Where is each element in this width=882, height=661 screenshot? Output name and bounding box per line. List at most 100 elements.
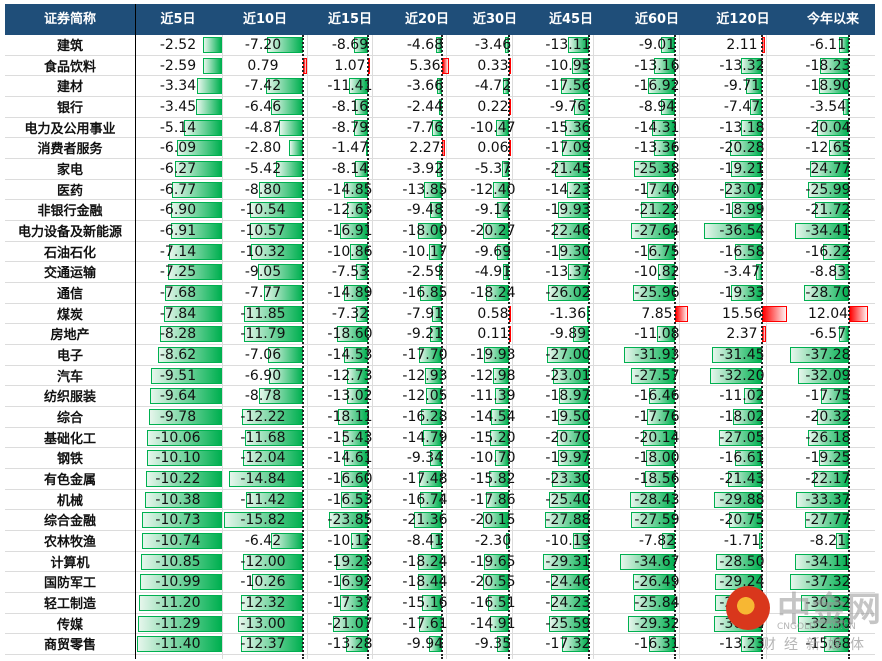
return-value: -11.42 [240,491,286,508]
return-value: -10.38 [155,491,201,508]
return-value: -4.72 [474,78,512,95]
return-value: 0.33 [477,57,509,74]
return-value: -19.50 [545,409,591,426]
return-value: -13.02 [327,388,373,405]
sector-name: 综合 [56,411,83,427]
column-header[interactable]: 证券简称 [44,4,96,35]
return-value: -22.17 [805,471,851,488]
return-value: -7.76 [406,119,444,136]
return-value: -12.04 [240,450,286,467]
return-value: -21.22 [634,202,680,219]
return-value: -20.28 [719,140,765,157]
return-value: -6.90 [244,367,282,384]
return-value: -27.59 [634,512,680,529]
return-value: -7.68 [159,285,197,302]
grid-line [307,35,308,659]
sector-name: 消费者服务 [37,142,103,158]
return-value: -3.66 [406,78,444,95]
return-value: -16.61 [719,450,765,467]
return-value: -6.57 [809,326,847,343]
return-value: -2.80 [244,140,282,157]
return-value: -15.36 [545,119,591,136]
return-value: 0.22 [477,99,509,115]
negative-data-bar [289,140,303,157]
return-value: -29.50 [719,595,765,612]
return-value: -20.04 [805,119,851,136]
column-header[interactable]: 近30日 [473,4,517,35]
return-value: -17.32 [545,636,591,653]
sector-name: 传媒 [56,617,83,633]
return-value: -13.16 [634,57,680,74]
column-header[interactable]: 近45日 [549,4,593,35]
sector-name: 房地产 [50,328,90,344]
return-value: -10.99 [155,574,201,591]
return-value: -14.89 [327,285,373,302]
return-value: -30.10 [719,615,765,632]
return-value: 0.79 [247,57,279,74]
return-value: -10.57 [240,223,286,240]
column-header[interactable]: 今年以来 [807,4,859,35]
sector-name: 电力及公用事业 [24,121,116,137]
return-value: -10.54 [240,202,286,219]
return-value: -8.79 [331,119,369,136]
grid-line [135,4,136,659]
return-value: -16.53 [327,491,373,508]
return-value: -21.07 [327,615,373,632]
return-value: -14.84 [240,471,286,488]
grid-line [222,35,223,659]
return-value: -27.64 [634,223,680,240]
return-value: -27.05 [719,429,765,446]
return-value: -12.00 [240,553,286,570]
negative-data-bar [197,78,222,95]
return-value: -17.56 [545,78,591,95]
return-value: -21.72 [805,202,851,219]
return-value: -7.06 [244,347,282,364]
return-value: -10.82 [634,264,680,281]
return-value: -2.59 [159,57,197,74]
column-header[interactable]: 近5日 [160,4,195,35]
return-value: -7.53 [331,264,369,281]
return-value: 0.58 [477,305,509,322]
sector-name: 钢铁 [56,452,83,468]
return-value: -23.85 [327,512,373,529]
grid-line [593,35,594,659]
sector-name: 汽车 [56,369,83,385]
return-value: -2.52 [159,37,197,53]
return-value: -6.90 [159,202,197,219]
return-value: -16.22 [805,243,851,260]
return-value: -14.31 [634,119,680,136]
column-header[interactable]: 近60日 [635,4,679,35]
return-value: -16.58 [719,243,765,260]
column-header[interactable]: 近20日 [405,4,449,35]
return-value: 2.27 [409,140,441,157]
return-value: 15.56 [721,305,763,322]
return-value: -25.38 [634,161,680,178]
return-value: -9.64 [159,388,197,405]
return-value: -19.33 [719,285,765,302]
return-value: -8.62 [159,347,197,364]
return-value: -12.73 [327,367,373,384]
return-value: -6.42 [244,533,282,550]
return-value: -20.75 [719,512,765,529]
return-value: -13.23 [719,636,765,653]
return-value: -13.28 [327,636,373,653]
return-value: 2.11 [726,37,758,53]
return-value: -6.27 [159,161,197,178]
column-header[interactable]: 近120日 [716,4,769,35]
return-value: -25.96 [634,285,680,302]
sector-name: 食品饮料 [43,59,96,75]
return-value: -9.35 [474,636,512,653]
return-value: -5.42 [244,161,282,178]
return-value: -9.34 [406,450,444,467]
return-value: -3.46 [474,37,512,53]
return-value: -8.28 [159,326,197,343]
column-header[interactable]: 近10日 [243,4,287,35]
return-value: -17.09 [545,140,591,157]
return-value: -19.93 [545,202,591,219]
return-value: -3.47 [723,264,761,281]
column-header[interactable]: 近15日 [328,4,372,35]
return-value: -24.46 [545,574,591,591]
return-value: -16.75 [634,243,680,260]
return-value: -34.11 [805,553,851,570]
sector-name: 电力设备及新能源 [17,225,122,241]
